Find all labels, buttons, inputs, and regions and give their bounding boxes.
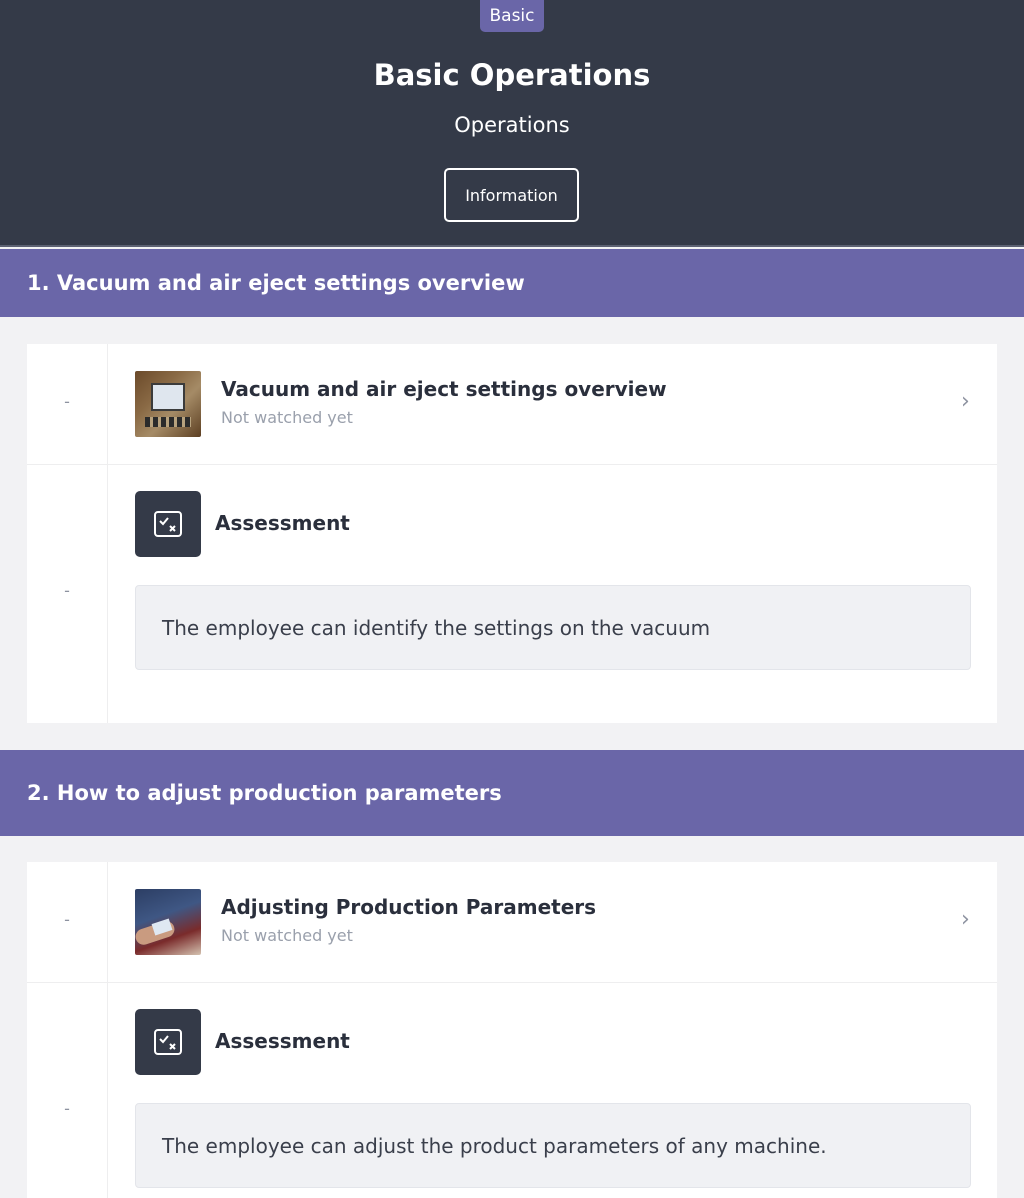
video-thumbnail — [135, 371, 201, 437]
page-subtitle: Operations — [454, 113, 570, 137]
assessment-row: - Assessment The employee can identify t… — [27, 465, 997, 723]
video-title: Vacuum and air eject settings overview — [221, 377, 667, 401]
video-title: Adjusting Production Parameters — [221, 895, 597, 919]
status-marker: - — [64, 910, 70, 929]
information-button[interactable]: Information — [444, 168, 579, 222]
video-thumbnail — [135, 889, 201, 955]
video-row[interactable]: - Adjusting Production Parameters Not wa… — [27, 862, 997, 983]
page-title: Basic Operations — [373, 58, 651, 92]
section-card-2: - Adjusting Production Parameters Not wa… — [27, 862, 997, 1198]
chevron-right-icon: › — [961, 389, 970, 414]
assessment-criterion: The employee can identify the settings o… — [135, 585, 971, 670]
section-heading-2: 2. How to adjust production parameters — [0, 750, 1024, 836]
assessment-label: Assessment — [215, 511, 350, 535]
assessment-criterion: The employee can adjust the product para… — [135, 1103, 971, 1188]
video-status: Not watched yet — [221, 408, 353, 427]
status-marker: - — [64, 392, 70, 411]
video-status: Not watched yet — [221, 926, 353, 945]
status-marker: - — [64, 581, 70, 600]
checklist-icon — [135, 1009, 201, 1075]
status-marker: - — [64, 1099, 70, 1118]
section-card-1: - Vacuum and air eject settings overview… — [27, 344, 997, 723]
checklist-icon — [135, 491, 201, 557]
level-badge: Basic — [480, 0, 544, 32]
video-row[interactable]: - Vacuum and air eject settings overview… — [27, 344, 997, 465]
chevron-right-icon: › — [961, 907, 970, 932]
assessment-label: Assessment — [215, 1029, 350, 1053]
assessment-row: - Assessment The employee can adjust the… — [27, 983, 997, 1198]
section-heading-1: 1. Vacuum and air eject settings overvie… — [0, 249, 1024, 317]
course-header: Basic Basic Operations Operations Inform… — [0, 0, 1024, 247]
